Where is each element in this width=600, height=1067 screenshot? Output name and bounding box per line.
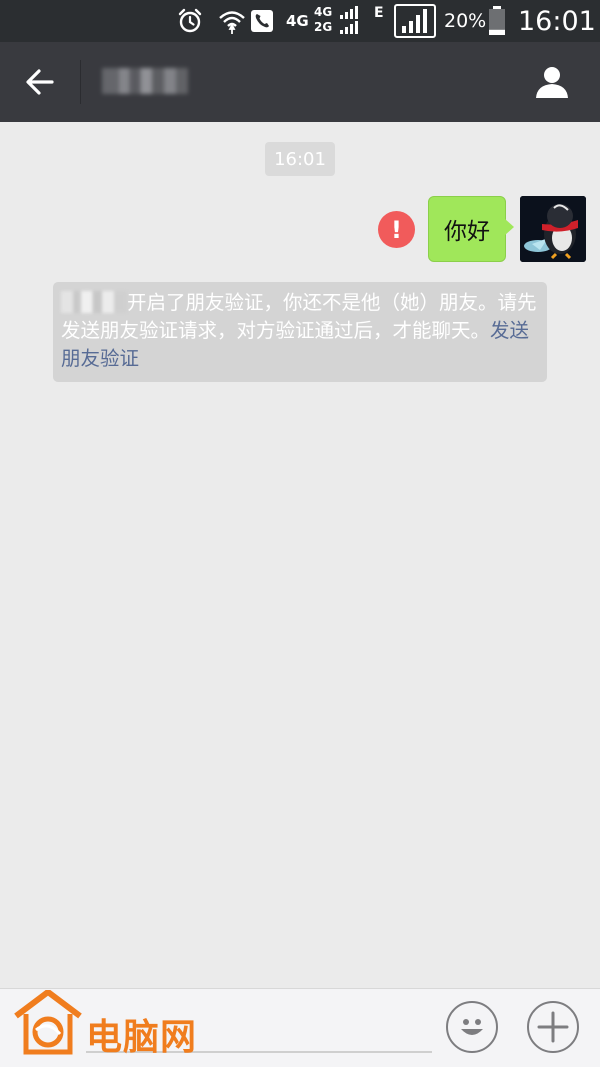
outgoing-message-bubble[interactable]: 你好 xyxy=(428,196,514,262)
wifi-icon xyxy=(218,0,246,42)
header-divider xyxy=(80,60,81,104)
house-logo-icon xyxy=(14,990,82,1055)
status-bar: 4G 4G 2G E 20% 16:01 xyxy=(0,0,600,42)
person-icon xyxy=(536,67,568,98)
battery-icon xyxy=(488,0,508,42)
chat-info-button[interactable] xyxy=(528,58,576,106)
arrow-left-icon xyxy=(26,69,54,95)
watermark: 电脑网 xyxy=(12,990,222,1058)
plus-icon xyxy=(537,1011,569,1043)
more-functions-button[interactable] xyxy=(527,1001,579,1053)
network-4g-label: 4G xyxy=(286,12,309,30)
message-timestamp: 16:01 xyxy=(265,142,335,176)
edge-label: E xyxy=(374,5,384,21)
friend-verification-notice: 开启了朋友验证，你还不是他（她）朋友。请先发送朋友验证请求，对方验证通过后，才能… xyxy=(53,282,547,382)
status-time: 16:01 xyxy=(518,5,596,37)
redacted-contact-name xyxy=(61,291,127,313)
avatar[interactable] xyxy=(520,196,586,262)
chat-header xyxy=(0,42,600,122)
dual-top-label: 4G xyxy=(314,5,333,19)
dual-sim-signal-icon: 4G 2G xyxy=(314,0,364,42)
send-failed-icon[interactable]: ! xyxy=(378,211,415,248)
smiley-icon xyxy=(461,1019,483,1035)
notice-text: 开启了朋友验证，你还不是他（她）朋友。请先发送朋友验证请求，对方验证通过后，才能… xyxy=(61,291,537,342)
battery-percent: 20% xyxy=(444,10,487,32)
chat-title-redacted xyxy=(102,68,188,94)
emoji-button[interactable] xyxy=(446,1001,498,1053)
phone-call-icon xyxy=(250,0,276,42)
back-button[interactable] xyxy=(16,60,64,104)
alarm-clock-icon xyxy=(176,0,206,42)
watermark-text: 电脑网 xyxy=(86,1017,198,1058)
dual-bottom-label: 2G xyxy=(314,20,333,34)
signal-strength-icon xyxy=(394,0,436,42)
